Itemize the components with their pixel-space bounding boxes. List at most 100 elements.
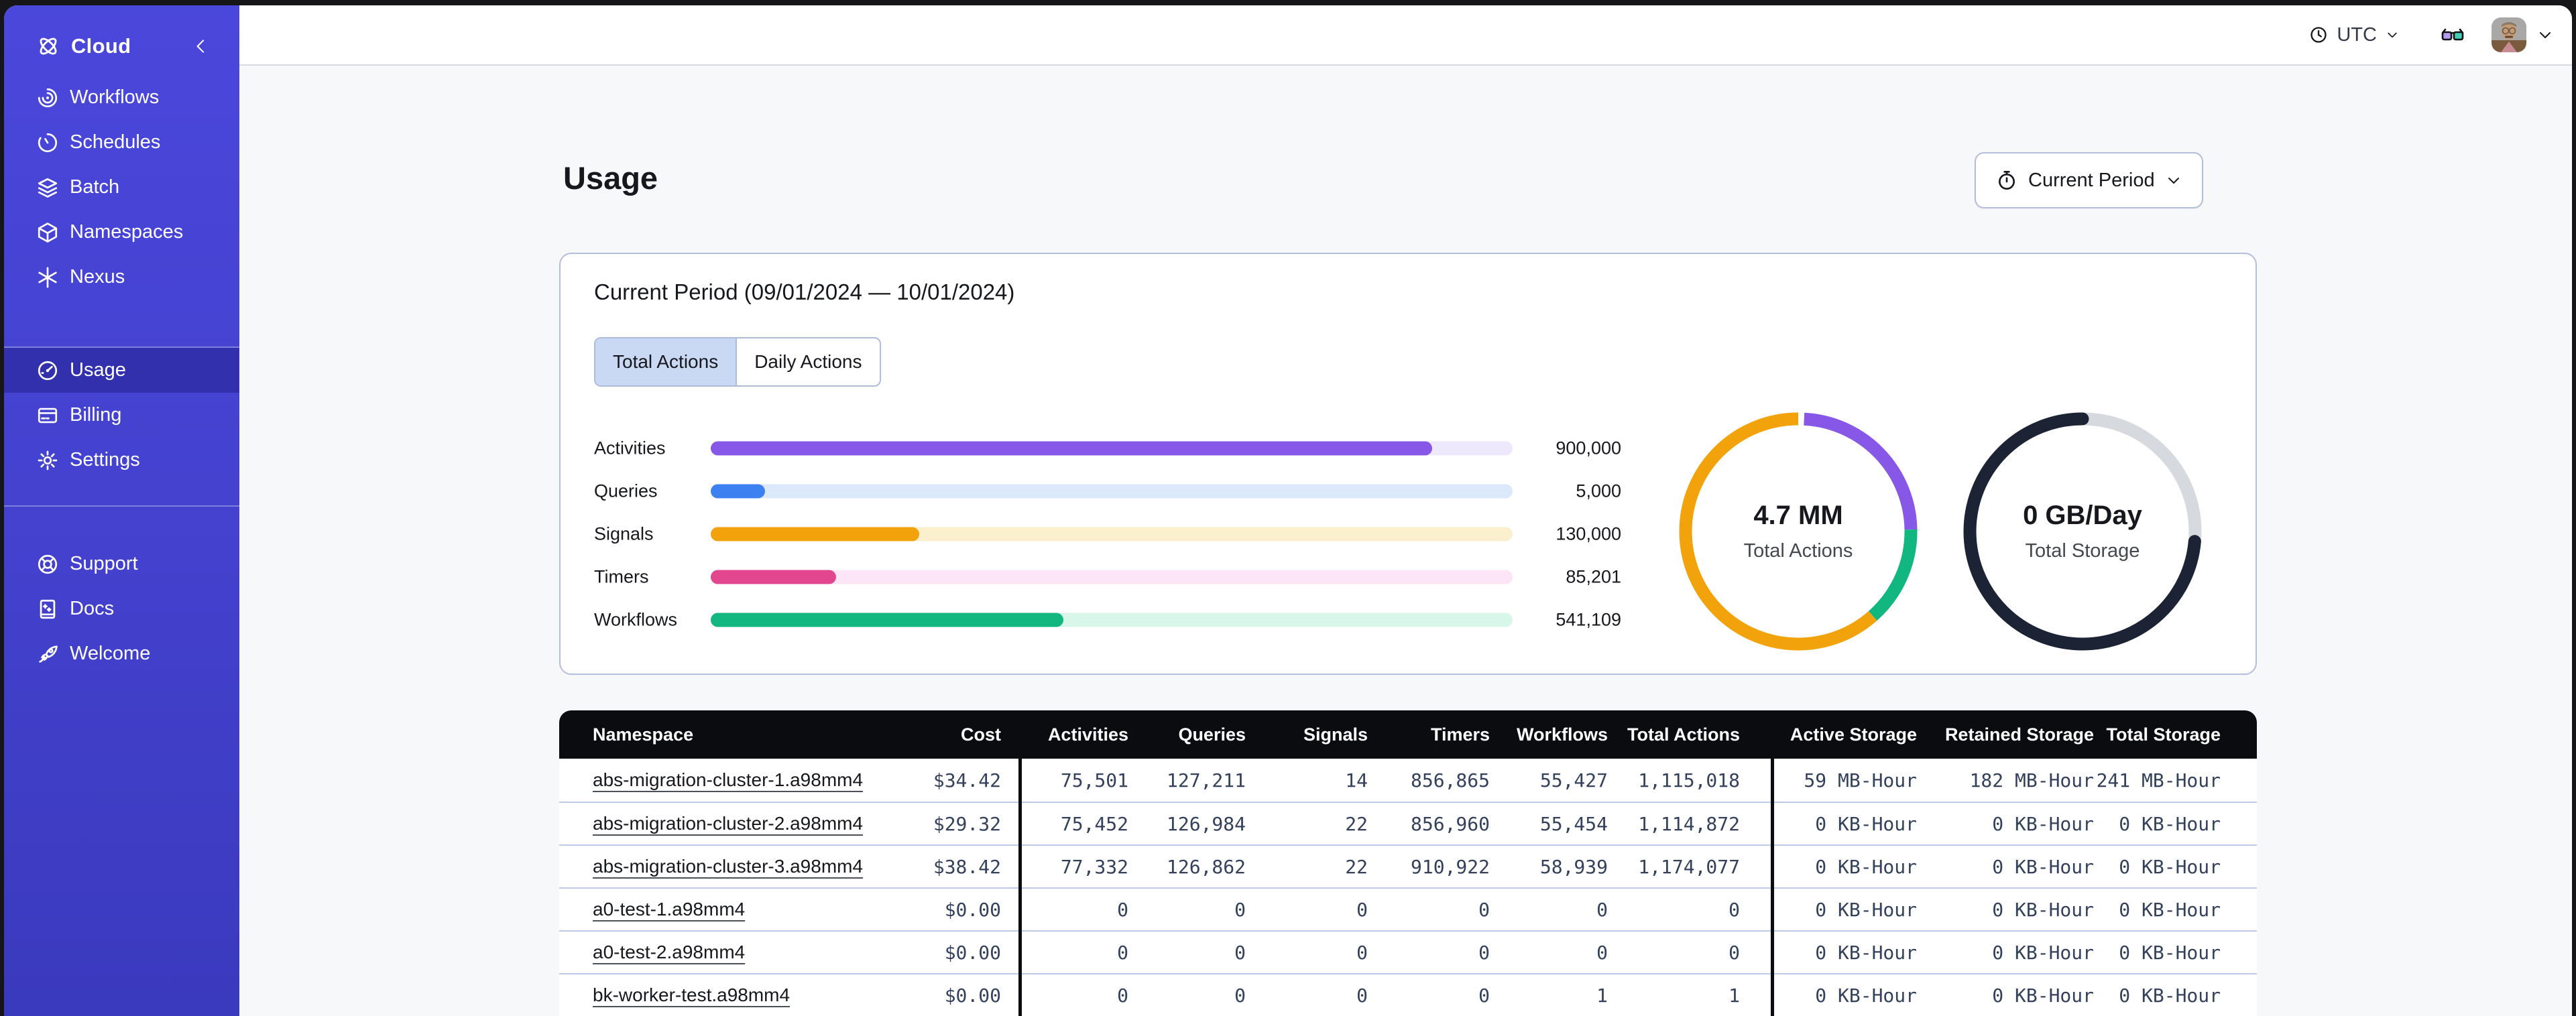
bar-row-signals: Signals 130,000 <box>594 513 1621 556</box>
bar-value: 130,000 <box>1556 523 1621 544</box>
sidebar-item-label: Settings <box>70 449 140 470</box>
sidebar-item-nexus[interactable]: Nexus <box>4 255 239 300</box>
bar-row-timers: Timers 85,201 <box>594 556 1621 598</box>
sidebar-item-label: Schedules <box>70 131 161 153</box>
cell-active_storage: 59 MB-Hour <box>1804 769 1917 791</box>
donut-value: 4.7 MM <box>1753 501 1843 530</box>
sidebar-item-namespaces[interactable]: Namespaces <box>4 210 239 255</box>
sidebar-item-batch[interactable]: Batch <box>4 165 239 210</box>
feedback-glasses-button[interactable] <box>2441 27 2465 43</box>
cell-signals: 0 <box>1356 941 1368 964</box>
cell-retained_storage: 0 KB-Hour <box>1992 941 2094 964</box>
clock-icon <box>2310 27 2327 43</box>
bar-label: Queries <box>594 481 658 501</box>
top-bar: UTC <box>239 5 2572 66</box>
bar-label: Signals <box>594 523 654 544</box>
sidebar-item-label: Support <box>70 553 138 574</box>
sidebar-collapse-button[interactable] <box>192 38 210 55</box>
namespace-link[interactable]: abs-migration-cluster-2.a98mm4 <box>593 813 863 834</box>
bar-track <box>711 613 1513 627</box>
bar-value: 900,000 <box>1556 438 1621 458</box>
workflows-spiral-icon <box>36 86 59 109</box>
table-row: a0-test-2.a98mm4 $0.00 0 0 0 0 0 0 0 KB-Hour 0 KB… <box>559 930 2257 973</box>
user-menu-button[interactable] <box>2537 27 2553 43</box>
table-row: abs-migration-cluster-3.a98mm4 $38.42 77,3… <box>559 844 2257 887</box>
bar-value: 85,201 <box>1566 566 1621 587</box>
settings-gear-icon <box>36 449 59 472</box>
cell-namespace[interactable]: abs-migration-cluster-3.a98mm4 <box>593 846 863 887</box>
usage-summary-card: Current Period (09/01/2024 — 10/01/2024)… <box>559 253 2257 675</box>
brand-row: Cloud <box>4 24 239 68</box>
cell-total_actions: 1,115,018 <box>1638 769 1740 791</box>
cell-signals: 14 <box>1345 769 1368 791</box>
cell-cost: $34.42 <box>933 769 1001 791</box>
column-header-namespace: Namespace <box>593 724 694 745</box>
sidebar-item-usage[interactable]: Usage <box>4 348 239 393</box>
batch-layers-icon <box>36 176 59 199</box>
cell-namespace[interactable]: a0-test-1.a98mm4 <box>593 889 745 930</box>
sidebar-item-settings[interactable]: Settings <box>4 438 239 483</box>
cell-retained_storage: 0 KB-Hour <box>1992 855 2094 878</box>
cell-namespace[interactable]: a0-test-2.a98mm4 <box>593 932 745 973</box>
cell-activities: 77,332 <box>1060 855 1128 878</box>
namespace-link[interactable]: abs-migration-cluster-1.a98mm4 <box>593 769 863 791</box>
cell-retained_storage: 182 MB-Hour <box>1969 769 2094 791</box>
bar-track <box>711 570 1513 584</box>
sidebar-item-label: Nexus <box>70 266 125 288</box>
cell-total_storage: 0 KB-Hour <box>2119 941 2221 964</box>
brand-label: Cloud <box>71 34 131 58</box>
cell-namespace[interactable]: bk-worker-test.a98mm4 <box>593 974 790 1016</box>
chevron-down-icon <box>2168 178 2179 184</box>
bar-fill <box>711 613 1064 627</box>
avatar[interactable] <box>2492 17 2526 52</box>
donut-value: 0 GB/Day <box>2023 501 2142 530</box>
donut-label: Total Storage <box>2025 540 2140 562</box>
cell-timers: 856,960 <box>1410 812 1490 835</box>
bar-row-queries: Queries 5,000 <box>594 470 1621 513</box>
cell-retained_storage: 0 KB-Hour <box>1992 898 2094 921</box>
usage-bar-chart: Activities 900,000 Queries 5,000 Signals 130,… <box>594 427 1621 641</box>
timezone-selector[interactable]: UTC <box>2309 24 2399 46</box>
tab-daily-actions[interactable]: Daily Actions <box>736 338 879 385</box>
cell-cost: $38.42 <box>933 855 1001 878</box>
namespace-link[interactable]: abs-migration-cluster-3.a98mm4 <box>593 856 863 877</box>
total-storage-donut: 0 GB/Day Total Storage <box>1962 411 2203 652</box>
chevron-down-icon <box>2388 32 2397 38</box>
page-title: Usage <box>563 160 658 196</box>
bar-label: Workflows <box>594 609 678 630</box>
sidebar-item-welcome[interactable]: Welcome <box>4 631 239 676</box>
column-header-workflows: Workflows <box>1516 724 1608 745</box>
sidebar-item-docs[interactable]: Docs <box>4 586 239 631</box>
bar-label: Timers <box>594 566 649 587</box>
bar-fill <box>711 441 1433 456</box>
cell-workflows: 55,427 <box>1539 769 1608 791</box>
namespace-link[interactable]: a0-test-1.a98mm4 <box>593 899 745 920</box>
table-row: a0-test-1.a98mm4 $0.00 0 0 0 0 0 0 0 KB-Hour 0 KB… <box>559 887 2257 930</box>
cell-timers: 910,922 <box>1410 855 1490 878</box>
cell-queries: 0 <box>1234 898 1246 921</box>
welcome-rocket-icon <box>36 643 59 665</box>
namespace-link[interactable]: bk-worker-test.a98mm4 <box>593 985 790 1006</box>
namespaces-cube-icon <box>36 221 59 244</box>
cell-retained_storage: 0 KB-Hour <box>1992 984 2094 1007</box>
cell-signals: 22 <box>1345 855 1368 878</box>
cell-cost: $0.00 <box>944 898 1001 921</box>
sidebar-item-billing[interactable]: Billing <box>4 393 239 438</box>
period-selector-button[interactable]: Current Period <box>1975 152 2203 208</box>
namespace-link[interactable]: a0-test-2.a98mm4 <box>593 942 745 963</box>
cell-namespace[interactable]: abs-migration-cluster-2.a98mm4 <box>593 803 863 844</box>
sidebar-nav-help: Support Docs Welcome <box>4 542 239 676</box>
cell-active_storage: 0 KB-Hour <box>1815 812 1917 835</box>
column-header-cost: Cost <box>961 724 1001 745</box>
cell-timers: 856,865 <box>1410 769 1490 791</box>
cell-namespace[interactable]: abs-migration-cluster-1.a98mm4 <box>593 759 863 802</box>
tab-total-actions[interactable]: Total Actions <box>595 338 736 385</box>
column-header-signals: Signals <box>1303 724 1368 745</box>
column-header-active_storage: Active Storage <box>1790 724 1917 745</box>
sidebar-item-schedules[interactable]: Schedules <box>4 120 239 165</box>
sidebar-item-workflows[interactable]: Workflows <box>4 75 239 120</box>
cell-activities: 0 <box>1117 984 1128 1007</box>
cell-total_storage: 0 KB-Hour <box>2119 898 2221 921</box>
sidebar-item-support[interactable]: Support <box>4 542 239 586</box>
cell-cost: $29.32 <box>933 812 1001 835</box>
